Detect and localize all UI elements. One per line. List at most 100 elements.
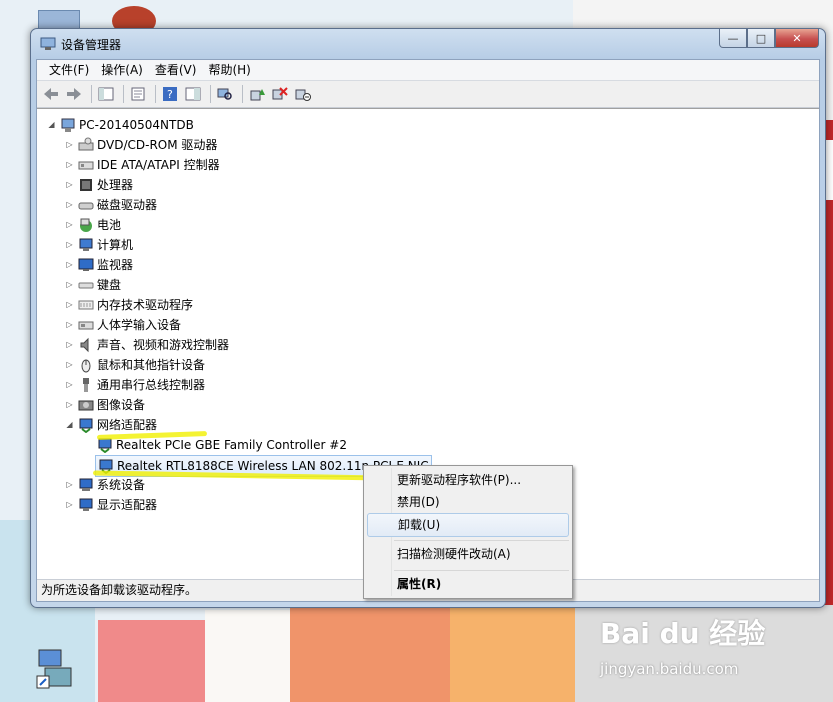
tree-item-camera[interactable]: ▷ 图像设备 bbox=[65, 395, 145, 415]
expand-arrow-icon[interactable]: ▷ bbox=[65, 160, 74, 170]
menu-file[interactable]: 文件(F) bbox=[43, 60, 95, 80]
desktop-wallpaper-block bbox=[98, 620, 208, 702]
usb-icon bbox=[78, 377, 94, 393]
toolbar-separator bbox=[210, 85, 211, 103]
tree-item-label: 系统设备 bbox=[97, 478, 146, 492]
expand-arrow-icon[interactable]: ▷ bbox=[65, 400, 74, 410]
expand-arrow-icon[interactable]: ▷ bbox=[65, 240, 74, 250]
context-menu-separator bbox=[394, 570, 569, 571]
properties-sheet-icon[interactable] bbox=[128, 84, 148, 104]
tree-item-sound[interactable]: ▷ 声音、视频和游戏控制器 bbox=[65, 335, 229, 355]
expand-arrow-icon[interactable]: ▷ bbox=[65, 280, 74, 290]
menu-view[interactable]: 查看(V) bbox=[149, 60, 203, 80]
expand-arrow-icon[interactable]: ▷ bbox=[65, 200, 74, 210]
collapse-arrow-icon[interactable]: ◢ bbox=[47, 120, 56, 130]
svg-text:?: ? bbox=[167, 88, 173, 101]
device-manager-icon bbox=[40, 37, 56, 51]
maximize-button[interactable]: □ bbox=[747, 29, 775, 48]
tree-item-hid[interactable]: ▷ 人体学输入设备 bbox=[65, 315, 181, 335]
tree-item-label: 图像设备 bbox=[97, 398, 146, 412]
tree-item-label: IDE ATA/ATAPI 控制器 bbox=[97, 158, 220, 172]
expand-arrow-icon[interactable]: ▷ bbox=[65, 500, 74, 510]
tree-root[interactable]: ◢ PC-20140504NTDB bbox=[47, 115, 194, 135]
collapse-arrow-icon[interactable]: ◢ bbox=[65, 420, 74, 430]
processor-icon bbox=[78, 177, 94, 193]
expand-arrow-icon[interactable]: ▷ bbox=[65, 220, 74, 230]
computer-icon bbox=[78, 237, 94, 253]
window-title: 设备管理器 bbox=[61, 38, 122, 52]
context-menu-scan[interactable]: 扫描检测硬件改动(A) bbox=[367, 543, 569, 565]
battery-icon bbox=[78, 217, 94, 233]
update-driver-icon[interactable] bbox=[247, 84, 267, 104]
uninstall-icon[interactable] bbox=[270, 84, 290, 104]
tree-item-usb[interactable]: ▷ 通用串行总线控制器 bbox=[65, 375, 205, 395]
tree-item-computer[interactable]: ▷ 计算机 bbox=[65, 235, 133, 255]
forward-icon[interactable] bbox=[64, 84, 84, 104]
toolbar: ? bbox=[37, 81, 819, 108]
mouse-icon bbox=[78, 357, 94, 373]
tree-item-memory[interactable]: ▷ 内存技术驱动程序 bbox=[65, 295, 193, 315]
close-button[interactable]: ✕ bbox=[775, 29, 819, 48]
tree-item-battery[interactable]: ▷ 电池 bbox=[65, 215, 121, 235]
back-icon[interactable] bbox=[41, 84, 61, 104]
sound-icon bbox=[78, 337, 94, 353]
expand-arrow-icon[interactable]: ▷ bbox=[65, 340, 74, 350]
hid-icon bbox=[78, 317, 94, 333]
tree-item-label: 网络适配器 bbox=[97, 418, 158, 432]
toolbar-separator bbox=[242, 85, 243, 103]
expand-arrow-icon[interactable]: ▷ bbox=[65, 480, 74, 490]
computer-shortcut-icon[interactable] bbox=[35, 648, 79, 692]
help-icon[interactable]: ? bbox=[160, 84, 180, 104]
desktop-wallpaper-block bbox=[205, 610, 290, 702]
tree-item-label: 电池 bbox=[97, 218, 122, 232]
tree-item-ide[interactable]: ▷ IDE ATA/ATAPI 控制器 bbox=[65, 155, 220, 175]
tree-item-label: 键盘 bbox=[97, 278, 122, 292]
expand-arrow-icon[interactable]: ▷ bbox=[65, 380, 74, 390]
network-adapter-icon bbox=[78, 417, 94, 434]
menu-action[interactable]: 操作(A) bbox=[95, 60, 149, 80]
console-tree-icon[interactable] bbox=[96, 84, 116, 104]
computer-icon bbox=[60, 117, 76, 133]
tree-item-display[interactable]: ▷ 显示适配器 bbox=[65, 495, 157, 515]
tree-item-mouse[interactable]: ▷ 鼠标和其他指针设备 bbox=[65, 355, 205, 375]
disable-icon[interactable] bbox=[293, 84, 313, 104]
tree-item-disk[interactable]: ▷ 磁盘驱动器 bbox=[65, 195, 157, 215]
scan-hardware-icon[interactable] bbox=[215, 84, 235, 104]
expand-arrow-icon[interactable]: ▷ bbox=[65, 360, 74, 370]
context-menu-uninstall[interactable]: 卸载(U) bbox=[367, 513, 569, 537]
toolbar-separator bbox=[155, 85, 156, 103]
baidu-watermark-url: jingyan.baidu.com bbox=[600, 660, 739, 678]
menu-bar: 文件(F) 操作(A) 查看(V) 帮助(H) bbox=[37, 60, 819, 81]
camera-icon bbox=[78, 397, 94, 413]
menu-help[interactable]: 帮助(H) bbox=[202, 60, 256, 80]
memory-icon bbox=[78, 297, 94, 313]
monitor-icon bbox=[78, 257, 94, 273]
tree-item-dvd[interactable]: ▷ DVD/CD-ROM 驱动器 bbox=[65, 135, 217, 155]
tree-item-network[interactable]: ◢ 网络适配器 bbox=[65, 415, 157, 435]
tree-item-label: 声音、视频和游戏控制器 bbox=[97, 338, 230, 352]
show-hide-icon[interactable] bbox=[183, 84, 203, 104]
desktop-wallpaper-block bbox=[290, 605, 450, 702]
expand-arrow-icon[interactable]: ▷ bbox=[65, 140, 74, 150]
context-menu-disable[interactable]: 禁用(D) bbox=[367, 491, 569, 513]
context-menu-update-driver[interactable]: 更新驱动程序软件(P)... bbox=[367, 469, 569, 491]
tree-item-keyboard[interactable]: ▷ 键盘 bbox=[65, 275, 121, 295]
system-device-icon bbox=[78, 477, 94, 493]
expand-arrow-icon[interactable]: ▷ bbox=[65, 300, 74, 310]
tree-item-label: 内存技术驱动程序 bbox=[97, 298, 194, 312]
desktop-wallpaper-block bbox=[450, 600, 580, 702]
tree-item-label: 监视器 bbox=[97, 258, 134, 272]
context-menu-properties[interactable]: 属性(R) bbox=[367, 573, 569, 595]
tree-item-processor[interactable]: ▷ 处理器 bbox=[65, 175, 133, 195]
dvd-icon bbox=[78, 137, 94, 153]
tree-item-label: 人体学输入设备 bbox=[97, 318, 182, 332]
expand-arrow-icon[interactable]: ▷ bbox=[65, 180, 74, 190]
tree-item-system[interactable]: ▷ 系统设备 bbox=[65, 475, 145, 495]
expand-arrow-icon[interactable]: ▷ bbox=[65, 320, 74, 330]
ide-controller-icon bbox=[78, 157, 94, 173]
minimize-button[interactable]: — bbox=[719, 29, 747, 48]
expand-arrow-icon[interactable]: ▷ bbox=[65, 260, 74, 270]
tree-item-monitor[interactable]: ▷ 监视器 bbox=[65, 255, 133, 275]
title-bar[interactable]: 设备管理器 — □ ✕ bbox=[31, 29, 825, 59]
context-menu: 更新驱动程序软件(P)... 禁用(D) 卸载(U) 扫描检测硬件改动(A) 属… bbox=[363, 465, 573, 599]
